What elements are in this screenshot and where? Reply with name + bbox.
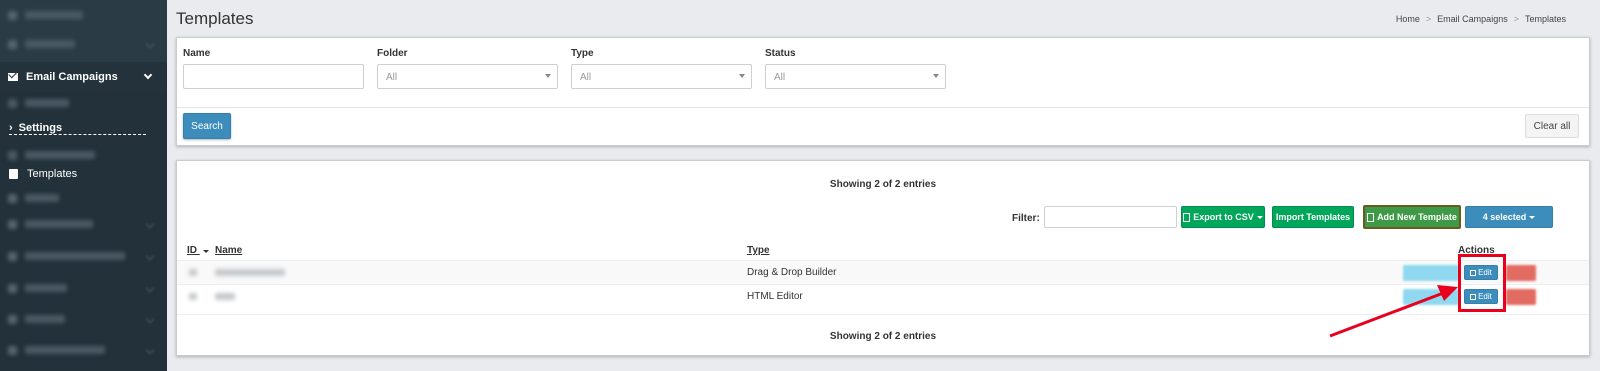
arrow-shaft [1329, 290, 1447, 338]
annotation-arrow [1329, 285, 1458, 338]
